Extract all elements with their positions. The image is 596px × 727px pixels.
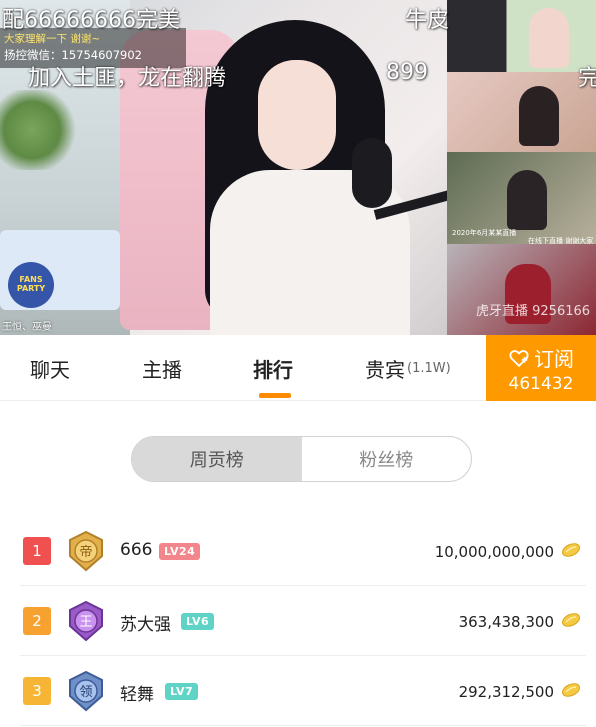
plant-decoration <box>0 90 80 170</box>
subscribe-label: 订阅 <box>534 347 574 371</box>
microphone <box>352 138 392 208</box>
danmu-comment: 牛皮 <box>405 8 450 33</box>
subscribe-button[interactable]: 订阅 461432 <box>486 335 596 401</box>
leader-medal-icon: 领 <box>69 670 103 712</box>
room-tab-bar: 聊天 主播 排行 贵宾 (1.1W) 订阅 461432 <box>0 335 596 401</box>
pip-person <box>519 86 559 146</box>
ranking-row[interactable]: 2 王 苏大强 LV6 363,438,300 <box>20 586 586 656</box>
pip-stream-1[interactable] <box>447 0 596 72</box>
rank-number: 2 <box>23 607 51 635</box>
live-video-player[interactable]: FANS PARTY 大家理解一下 谢谢~ 扬控微信：15754607902 配… <box>0 0 596 335</box>
medal-char: 王 <box>79 615 92 630</box>
tab-anchor[interactable]: 主播 <box>142 335 182 401</box>
emperor-medal-icon: 帝 <box>69 530 103 572</box>
danmu-comment: 899 <box>386 60 428 85</box>
danmu-comment: 配66666666完美 <box>2 8 180 33</box>
active-tab-indicator <box>259 393 291 398</box>
pip-person <box>507 170 547 230</box>
tab-label: 贵宾 <box>365 357 405 382</box>
ranking-row[interactable]: 3 领 轻舞 LV7 292,312,500 <box>20 656 586 726</box>
tab-label: 主播 <box>142 357 182 382</box>
gold-bean-icon <box>562 683 580 697</box>
user-name[interactable]: 轻舞 <box>120 680 154 705</box>
gold-bean-icon <box>562 543 580 557</box>
tab-label: 排行 <box>253 357 293 382</box>
contribution-score: 363,438,300 <box>458 613 554 631</box>
danmu-comment: 加入土匪，龙在翻腾 <box>28 66 227 91</box>
pip-caption: 在线下直播 谢谢大家 <box>528 237 594 245</box>
contribution-score: 292,312,500 <box>458 683 554 701</box>
tab-chat[interactable]: 聊天 <box>30 335 70 401</box>
tab-vip[interactable]: 贵宾 (1.1W) <box>365 335 451 401</box>
ranking-type-toggle: 周贡榜 粉丝榜 <box>131 436 472 482</box>
pip-stream-2[interactable] <box>447 72 596 152</box>
rank-number: 3 <box>23 677 51 705</box>
subscriber-count: 461432 <box>508 374 574 394</box>
gold-bean-icon <box>562 613 580 627</box>
ranking-row[interactable]: 1 帝 666 LV24 10,000,000,000 <box>20 516 586 586</box>
king-medal-icon: 王 <box>69 600 103 642</box>
weekly-contribution-option[interactable]: 周贡榜 <box>132 437 302 481</box>
medal-char: 领 <box>79 685 92 700</box>
tab-ranking[interactable]: 排行 <box>253 335 293 401</box>
rank-number: 1 <box>23 537 51 565</box>
level-badge: LV24 <box>159 543 201 560</box>
user-name[interactable]: 苏大强 <box>120 610 171 635</box>
speaker-tag: 王恒、巫曼 <box>2 322 52 333</box>
pip-streams[interactable] <box>447 0 596 335</box>
user-name[interactable]: 666 <box>120 540 152 560</box>
platform-watermark: 虎牙直播 9256166 <box>476 304 591 319</box>
vip-count: (1.1W) <box>407 360 451 376</box>
medal-char: 帝 <box>79 544 92 560</box>
fan-ranking-option[interactable]: 粉丝榜 <box>302 437 472 481</box>
pip-caption: 2020年6月某某直播 <box>452 229 517 237</box>
level-badge: LV6 <box>181 613 215 630</box>
level-badge: LV7 <box>165 683 199 700</box>
tab-label: 聊天 <box>30 357 70 382</box>
danmu-comment: 完 <box>578 66 596 91</box>
heart-plus-icon <box>509 349 529 367</box>
contribution-score: 10,000,000,000 <box>434 543 554 561</box>
pip-person <box>529 8 569 68</box>
streamer-face <box>258 60 336 170</box>
pip-stream-4[interactable] <box>447 244 596 335</box>
fans-party-logo: FANS PARTY <box>8 262 54 308</box>
